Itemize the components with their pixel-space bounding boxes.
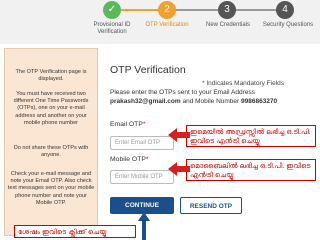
instruction-text-1: The OTP Verification page is displayed. <box>15 69 87 83</box>
step-4-label: Security Questions <box>262 22 314 28</box>
email-otp-label-text: Email OTP <box>110 121 143 128</box>
step-1-label: Provisional ID Verification <box>93 22 131 35</box>
progress-stepper: ✓ 2 3 4 Provisional ID Verification OTP … <box>0 0 320 44</box>
email-otp-label: Email OTP* <box>110 121 146 128</box>
instruction-panel: The OTP Verification page is displayed. … <box>4 48 98 236</box>
and-mobile-text: and Mobile Number <box>182 98 240 105</box>
resend-otp-button[interactable]: RESEND OTP <box>180 197 242 214</box>
otp-instruction: Please enter the OTPs sent to your Email… <box>110 88 316 106</box>
step-1-circle: ✓ <box>103 1 121 19</box>
email-address: prakash32@gmail.com <box>110 98 181 105</box>
step-2-label: OTP Verification <box>145 22 189 28</box>
step-4-circle: 4 <box>276 1 294 19</box>
step-3-label: New Credentials <box>205 22 251 28</box>
step-3-circle: 3 <box>218 1 236 19</box>
mobile-otp-label-text: Mobile OTP <box>110 156 146 163</box>
email-annotation: ഇമെയിൽ അഡ്രസ്സിൽ ലഭിച്ച ഒ.ടി.പി. ഇവിടെ എ… <box>186 125 316 147</box>
instruction-text-2: You must have received two different One… <box>13 91 89 126</box>
step-connector <box>230 9 280 11</box>
mobile-arrow-icon <box>168 162 190 176</box>
page-title: OTP Verification <box>110 64 186 76</box>
continue-button[interactable]: CONTINUE <box>110 197 174 214</box>
required-star: * <box>142 121 146 128</box>
mobile-number: 9986863270 <box>241 98 278 105</box>
step-2-circle: 2 <box>158 1 176 19</box>
mobile-otp-label: Mobile OTP* <box>110 156 149 163</box>
email-arrow-icon <box>168 128 190 142</box>
instruction-text-4: Check your e-mail message and note your … <box>7 171 95 206</box>
continue-arrow-icon <box>138 212 150 240</box>
instruction-text-3: Do not share these OTPs with anyone. <box>13 145 89 159</box>
email-otp-input[interactable]: Enter Email OTP <box>110 136 174 150</box>
mobile-otp-input[interactable]: Enter Mobile OTP <box>110 170 174 184</box>
mandatory-note: * Indicates Mandatory Fields <box>202 80 285 87</box>
required-star: * <box>145 156 149 163</box>
step-connector <box>170 9 218 11</box>
mobile-annotation: മൊബൈലിൽ ലഭിച്ച ഒ.ടി.പി. ഇവിടെ എൻട്രി ചെയ… <box>186 159 316 181</box>
continue-annotation: ശേഷം ഇവിടെ ക്ലിക്ക് ചെയ്യൂ <box>14 225 136 238</box>
instruction-line: Please enter the OTPs sent to your Email… <box>110 89 255 96</box>
